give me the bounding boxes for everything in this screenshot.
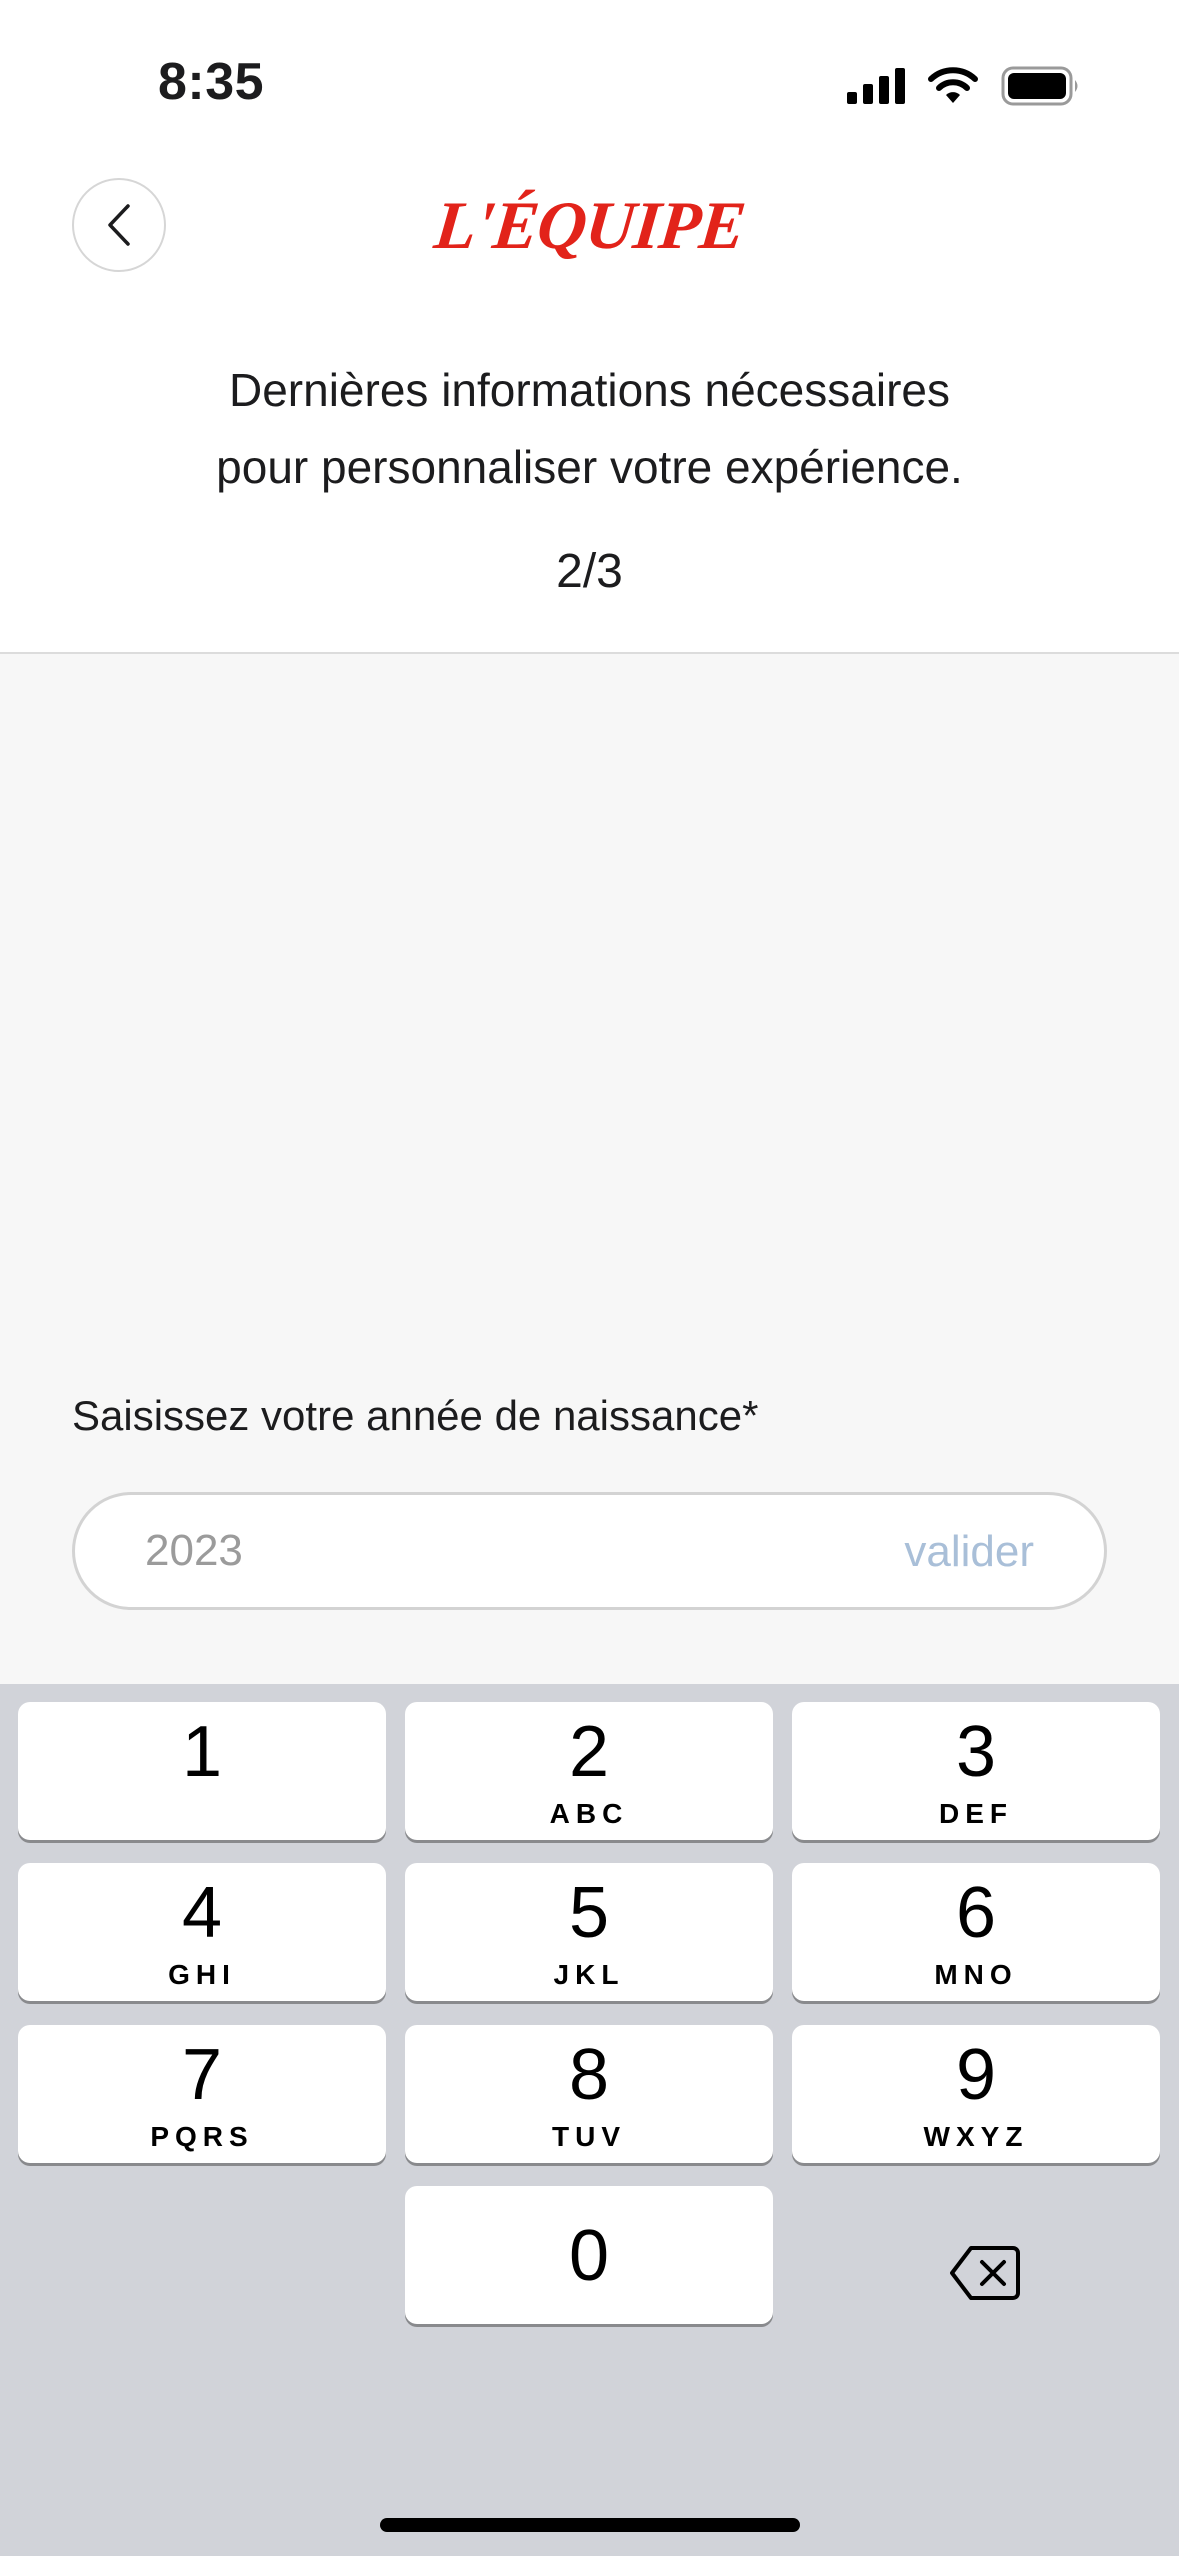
key-digit: 4 xyxy=(181,1873,223,1953)
birth-year-input[interactable] xyxy=(145,1495,845,1607)
key-letters: DEF xyxy=(939,1798,1013,1829)
validate-button[interactable]: valider xyxy=(904,1527,1034,1577)
key-digit: 8 xyxy=(568,2035,610,2115)
cellular-signal-icon xyxy=(847,68,905,104)
step-indicator: 2/3 xyxy=(556,545,623,598)
battery-icon xyxy=(1001,66,1078,106)
key-digit: 9 xyxy=(955,2035,997,2115)
key-4[interactable]: 4 GHI xyxy=(18,1863,386,2001)
birth-year-field[interactable]: valider xyxy=(72,1492,1107,1610)
key-letters: JKL xyxy=(553,1959,625,1990)
key-7[interactable]: 7 PQRS xyxy=(18,2025,386,2163)
delete-key[interactable] xyxy=(920,2208,1050,2338)
key-digit: 3 xyxy=(955,1712,997,1792)
wifi-icon xyxy=(928,67,978,103)
key-digit: 6 xyxy=(955,1873,997,1953)
form-area: Saisissez votre année de naissance* vali… xyxy=(0,654,1179,1684)
intro-text: Dernières informations nécessaires pour … xyxy=(0,352,1179,506)
key-8[interactable]: 8 TUV xyxy=(405,2025,773,2163)
key-digit: 2 xyxy=(568,1712,610,1792)
status-icons xyxy=(847,64,1081,108)
key-letters: WXYZ xyxy=(923,2121,1029,2152)
key-letters: ABC xyxy=(549,1798,629,1829)
logo-text: L'ÉQUIPE xyxy=(430,187,749,263)
birth-year-label: Saisissez votre année de naissance* xyxy=(72,1392,759,1439)
key-letters: GHI xyxy=(168,1959,236,1990)
key-letters: PQRS xyxy=(150,2121,254,2152)
key-1[interactable]: 1 xyxy=(18,1702,386,1840)
intro-line-1: Dernières informations nécessaires xyxy=(229,364,950,416)
screen: 8:35 L'ÉQUIPE Dernières informations néc… xyxy=(0,0,1179,2556)
numeric-keyboard: 1 2 ABC 3 DEF 4 GHI 5 JKL 6 MNO 7 PQRS 8 xyxy=(0,1684,1179,2556)
key-digit: 7 xyxy=(181,2035,223,2115)
status-bar: 8:35 xyxy=(0,0,1179,150)
key-6[interactable]: 6 MNO xyxy=(792,1863,1160,2001)
key-5[interactable]: 5 JKL xyxy=(405,1863,773,2001)
key-digit: 0 xyxy=(568,2216,610,2296)
key-0[interactable]: 0 xyxy=(405,2186,773,2324)
backspace-icon xyxy=(950,2246,1020,2300)
status-time: 8:35 xyxy=(158,53,265,111)
key-3[interactable]: 3 DEF xyxy=(792,1702,1160,1840)
key-digit: 5 xyxy=(568,1873,610,1953)
brand-logo: L'ÉQUIPE xyxy=(0,186,1179,265)
home-indicator xyxy=(380,2518,800,2532)
header: L'ÉQUIPE Dernières informations nécessai… xyxy=(0,150,1179,654)
key-2[interactable]: 2 ABC xyxy=(405,1702,773,1840)
intro-line-2: pour personnaliser votre expérience. xyxy=(216,441,963,493)
key-letters: TUV xyxy=(552,2121,626,2152)
key-letters: MNO xyxy=(934,1959,1018,1990)
key-digit: 1 xyxy=(181,1712,223,1792)
key-9[interactable]: 9 WXYZ xyxy=(792,2025,1160,2163)
